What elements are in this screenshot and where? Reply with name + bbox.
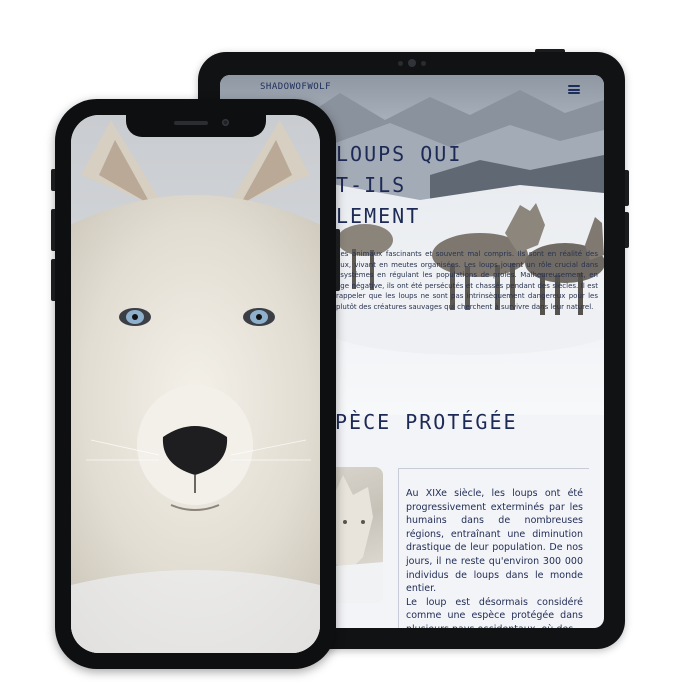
tablet-volume-down-button — [625, 212, 629, 248]
section-title: PÈCE PROTÉGÉE — [335, 410, 518, 434]
hero-paragraph: des animaux fascinants et souvent mal co… — [336, 250, 598, 311]
site-logo[interactable]: SHADOWOFWOLF — [260, 82, 331, 92]
phone-notch — [125, 115, 266, 137]
phone-front-camera — [221, 119, 229, 126]
tablet-volume-up-button — [625, 170, 629, 206]
tablet-camera — [397, 59, 426, 67]
phone-screen — [71, 115, 320, 653]
section-paragraph-2: Le loup est désormais considéré comme un… — [406, 596, 583, 628]
hero-title-line-1: LOUPS QUI — [336, 142, 463, 166]
phone-volume-down-button — [51, 259, 55, 301]
phone-device — [51, 99, 340, 669]
phone-mute-switch — [51, 169, 55, 191]
tablet-power-button — [535, 49, 565, 52]
hero-title: LOUPS QUI T-ILS LEMENT — [336, 139, 576, 232]
hamburger-menu-icon[interactable] — [568, 85, 580, 94]
phone-volume-up-button — [51, 209, 55, 251]
hero-title-line-2: T-ILS — [336, 173, 407, 197]
phone-speaker — [173, 121, 208, 125]
section-body-text: Au XIXe siècle, les loups ont été progre… — [406, 487, 583, 628]
section-paragraph-1: Au XIXe siècle, les loups ont été progre… — [406, 488, 583, 595]
hero-title-line-3: LEMENT — [336, 204, 421, 228]
phone-power-button — [336, 229, 340, 291]
white-wolf-portrait-image — [71, 115, 320, 653]
